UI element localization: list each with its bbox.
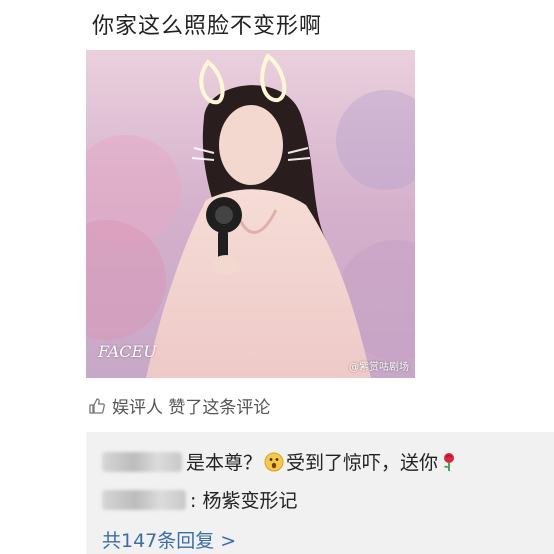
blurred-username (102, 489, 186, 510)
blurred-username (102, 451, 182, 472)
source-watermark: @紫赏咕剧场 (349, 362, 409, 373)
shocked-face-icon (264, 452, 284, 471)
reply-text: : 杨紫变形记 (190, 490, 298, 512)
reply-box: 是本尊？ 受到了惊吓，送你 : 杨紫变形记 共147条回复 > (86, 432, 554, 554)
rose-icon (444, 452, 455, 471)
reply-text-2: 受到了惊吓，送你 (286, 452, 439, 474)
reply-item[interactable]: : 杨紫变形记 (102, 486, 297, 513)
reply-item[interactable]: 是本尊？ 受到了惊吓，送你 (102, 448, 460, 475)
like-row: 娱评人 赞了这条评论 (88, 393, 270, 418)
photo-illustration (86, 50, 415, 378)
reply-text: 是本尊？ (186, 452, 263, 474)
thumbs-up-icon (89, 397, 105, 414)
post-photo[interactable]: FACEU @紫赏咕剧场 (86, 50, 415, 378)
more-replies-link[interactable]: 共147条回复 > (102, 526, 236, 553)
faceu-watermark: FACEU (98, 342, 157, 361)
post-text: 你家这么照脸不变形啊 (92, 14, 323, 39)
like-text: 娱评人 赞了这条评论 (112, 398, 271, 418)
